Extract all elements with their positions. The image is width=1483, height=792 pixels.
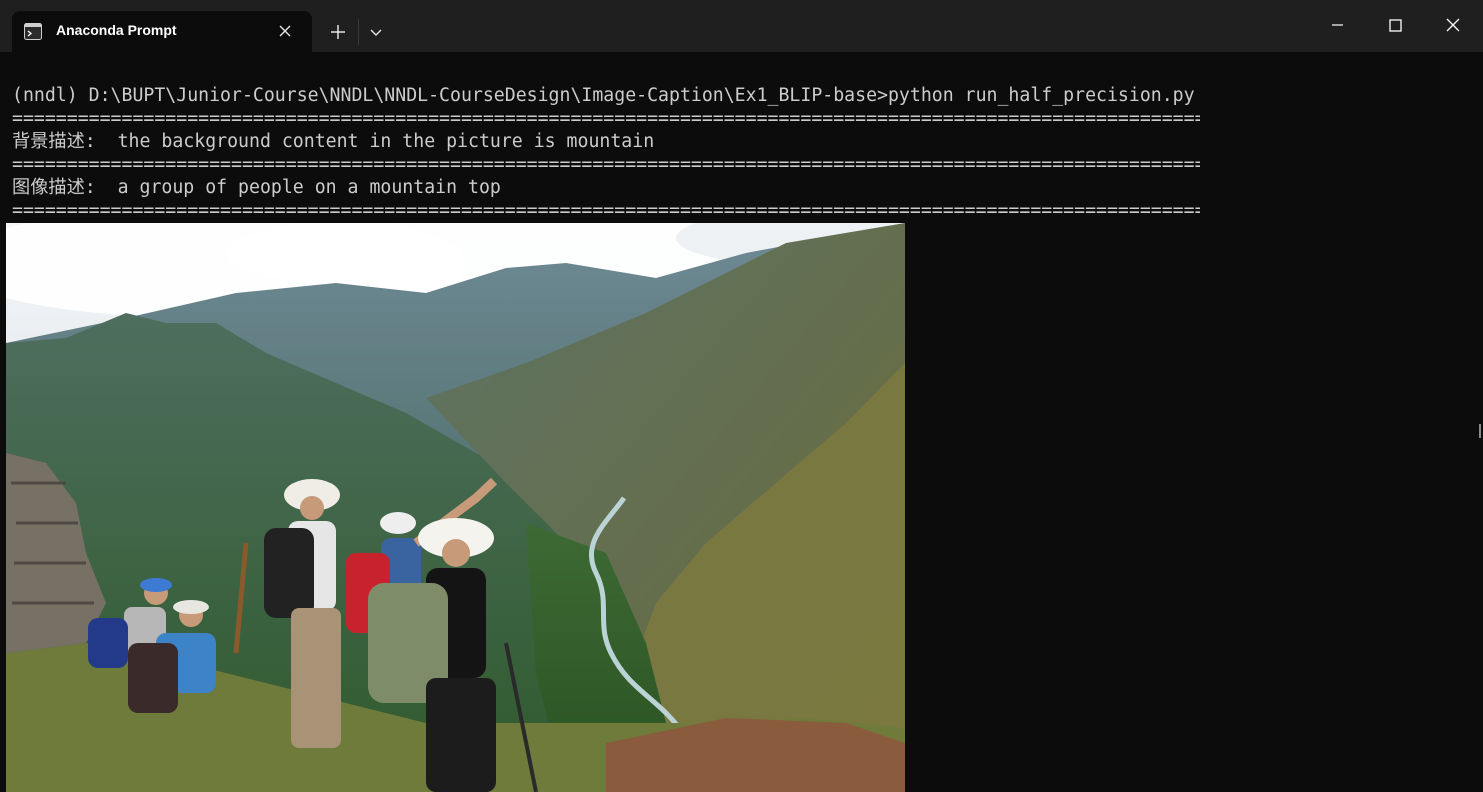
- command-line: (nndl) D:\BUPT\Junior-Course\NNDL\NNDL-C…: [12, 85, 1195, 106]
- close-icon: [1446, 18, 1460, 32]
- tab-dropdown-button[interactable]: [366, 20, 386, 44]
- maximize-icon: [1389, 19, 1402, 32]
- separator-line: ========================================…: [12, 200, 1200, 221]
- plus-icon: [331, 25, 345, 39]
- separator-line: ========================================…: [12, 154, 1200, 175]
- new-tab-button[interactable]: [326, 20, 350, 44]
- image-caption-line: 图像描述: a group of people on a mountain to…: [12, 177, 501, 198]
- scrollbar-thumb[interactable]: [1479, 424, 1481, 438]
- title-bar: Anaconda Prompt: [0, 0, 1483, 52]
- terminal-icon: [24, 23, 42, 40]
- titlebar-divider: [358, 19, 359, 45]
- close-window-button[interactable]: [1436, 8, 1470, 42]
- background-caption-line: 背景描述: the background content in the pict…: [12, 131, 655, 152]
- maximize-button[interactable]: [1378, 8, 1412, 42]
- tab-title: Anaconda Prompt: [56, 22, 177, 38]
- tab-anaconda-prompt[interactable]: Anaconda Prompt: [12, 11, 312, 52]
- chevron-down-icon: [370, 29, 382, 36]
- minimize-icon: [1332, 24, 1343, 26]
- mountain-hikers-image: [6, 223, 905, 792]
- minimize-button[interactable]: [1320, 8, 1354, 42]
- close-tab-icon[interactable]: [276, 22, 294, 40]
- separator-line: ========================================…: [12, 108, 1200, 129]
